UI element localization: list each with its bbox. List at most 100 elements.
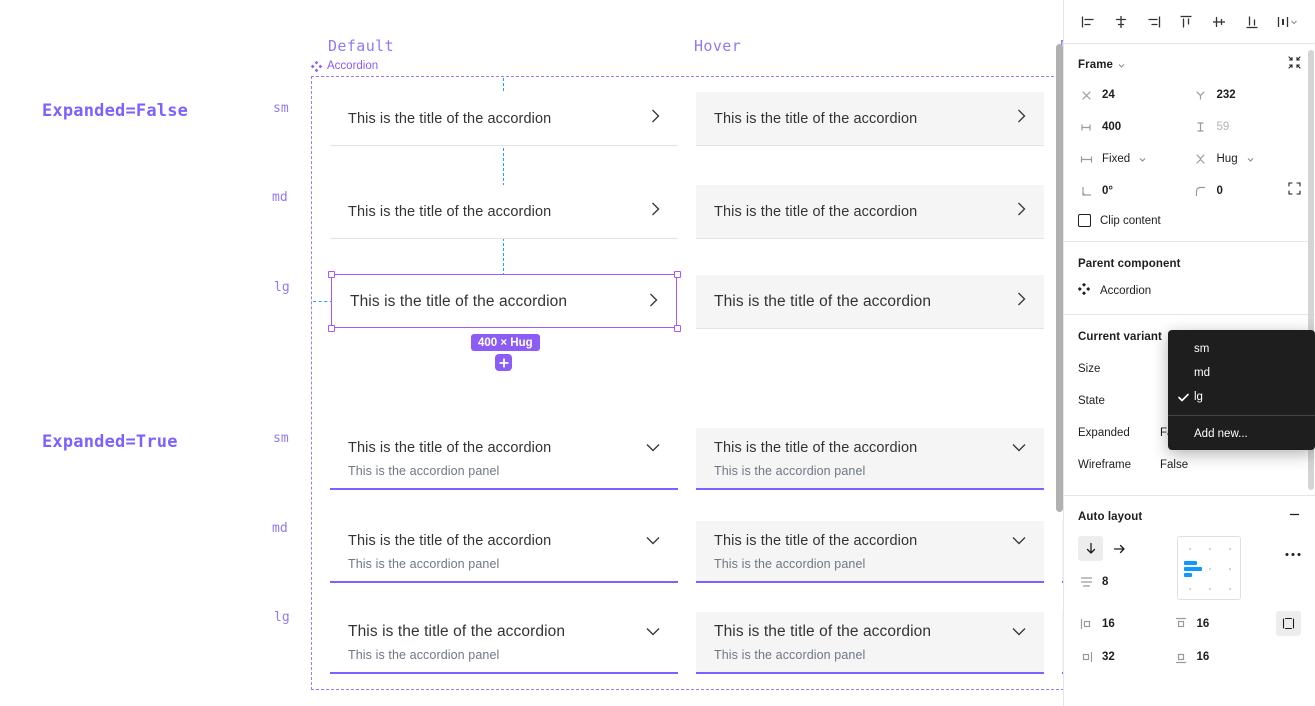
accordion-title: This is the title of the accordion <box>350 293 568 310</box>
remove-auto-layout-icon[interactable] <box>1288 508 1301 526</box>
accordion-panel-text: This is the accordion panel <box>348 463 500 478</box>
accordion-hover-md-collapsed[interactable]: This is the title of the accordion <box>696 185 1044 239</box>
individual-padding-button[interactable] <box>1276 611 1301 636</box>
chevron-right-icon[interactable] <box>1017 109 1026 128</box>
align-left-icon[interactable] <box>1076 10 1100 34</box>
accordion-hover-sm-collapsed[interactable]: This is the title of the accordion <box>696 92 1044 146</box>
distribute-icon[interactable] <box>1273 10 1303 34</box>
align-bottom-icon[interactable] <box>1240 10 1264 34</box>
size-label-sm-false: sm <box>273 101 289 116</box>
accordion-default-lg-expanded[interactable]: This is the title of the accordion This … <box>330 612 678 674</box>
accordion-hover-lg-expanded[interactable]: This is the title of the accordion This … <box>696 612 1044 674</box>
height-value: 59 <box>1216 121 1230 133</box>
padding-top-value: 16 <box>1196 617 1210 630</box>
independent-corners-icon[interactable] <box>1288 182 1301 200</box>
variant-property-name: State <box>1078 395 1105 407</box>
auto-layout-more-options-icon[interactable] <box>1285 536 1301 562</box>
variant-property-name: Wireframe <box>1078 459 1132 471</box>
accordion-hover-md-expanded[interactable]: This is the title of the accordion This … <box>696 521 1044 583</box>
variant-property-wireframe[interactable]: Wireframe False <box>1078 449 1301 481</box>
corner-radius-field[interactable]: 0 <box>1193 180 1302 202</box>
alignment-grid-picker[interactable] <box>1176 536 1241 600</box>
dropdown-item-add-new[interactable]: Add new... <box>1168 422 1315 446</box>
add-auto-layout-button[interactable] <box>495 354 512 371</box>
size-label-lg-false: lg <box>274 280 290 295</box>
frame-section: Frame 24 232 400 59 Fixed Hug 0° 0 Clip … <box>1064 44 1315 242</box>
corner-radius-icon <box>1193 186 1209 197</box>
item-spacing-field[interactable]: 8 <box>1078 571 1132 593</box>
component-set-name: Accordion <box>327 60 379 72</box>
horizontal-resizing-field[interactable]: Fixed <box>1078 148 1187 170</box>
y-position-field[interactable]: 232 <box>1193 84 1302 106</box>
resize-handle-top-left[interactable] <box>327 270 335 278</box>
accordion-panel-text: This is the accordion panel <box>714 463 866 478</box>
padding-top-field[interactable]: 16 <box>1173 613 1268 635</box>
component-set-frame <box>311 76 1063 690</box>
rotation-field[interactable]: 0° <box>1078 180 1187 202</box>
clip-content-checkbox[interactable] <box>1078 214 1091 227</box>
align-dot <box>1208 568 1211 570</box>
resize-handle-bottom-right[interactable] <box>673 324 681 332</box>
chevron-down-icon[interactable] <box>1012 439 1026 457</box>
align-vertical-center-icon[interactable] <box>1207 10 1231 34</box>
component-set-icon <box>311 60 322 72</box>
accordion-default-md-collapsed[interactable]: This is the title of the accordion <box>330 185 678 239</box>
align-right-icon[interactable] <box>1142 10 1166 34</box>
dropdown-item-lg[interactable]: lg <box>1168 385 1315 409</box>
accordion-title: This is the title of the accordion <box>714 203 918 220</box>
clip-content-row[interactable]: Clip content <box>1078 214 1301 227</box>
height-field[interactable]: 59 <box>1193 116 1302 138</box>
padding-left-field[interactable]: 16 <box>1078 613 1173 635</box>
alignment-toolbar <box>1064 0 1315 44</box>
chevron-down-icon[interactable] <box>646 623 660 641</box>
dropdown-item-md[interactable]: md <box>1168 361 1315 385</box>
resize-handle-top-right[interactable] <box>673 270 681 278</box>
frame-preset-chevron-icon[interactable] <box>1117 61 1126 70</box>
align-top-icon[interactable] <box>1174 10 1198 34</box>
accordion-title: This is the title of the accordion <box>714 439 918 456</box>
collapse-panel-icon[interactable] <box>1288 56 1301 74</box>
height-icon <box>1193 121 1209 133</box>
chevron-right-icon[interactable] <box>1017 202 1026 221</box>
canvas-vertical-scrollbar[interactable] <box>1056 44 1063 512</box>
accordion-hover-lg-collapsed[interactable]: This is the title of the accordion <box>696 275 1044 329</box>
chevron-right-icon[interactable] <box>1017 292 1026 311</box>
parent-component-title: Parent component <box>1078 258 1181 270</box>
direction-horizontal-button[interactable] <box>1107 536 1132 561</box>
component-set-badge[interactable]: Accordion <box>311 60 378 72</box>
accordion-default-md-expanded[interactable]: This is the title of the accordion This … <box>330 521 678 583</box>
align-horizontal-center-icon[interactable] <box>1109 10 1133 34</box>
design-canvas[interactable]: Expanded=False Expanded=True Default Hov… <box>0 0 1063 706</box>
resize-handle-bottom-left[interactable] <box>327 324 335 332</box>
dropdown-item-label: md <box>1194 367 1210 379</box>
accordion-hover-sm-expanded[interactable]: This is the title of the accordion This … <box>696 428 1044 490</box>
variant-property-value[interactable]: False <box>1160 459 1301 471</box>
x-position-field[interactable]: 24 <box>1078 84 1187 106</box>
padding-right-field[interactable]: 32 <box>1078 646 1173 668</box>
chevron-down-icon[interactable] <box>646 532 660 550</box>
size-variant-dropdown-menu[interactable]: sm md lg Add new... <box>1168 330 1315 450</box>
accordion-title: This is the title of the accordion <box>714 110 918 127</box>
parent-component-section: Parent component Accordion <box>1064 242 1315 315</box>
horizontal-resizing-chevron-icon[interactable] <box>1138 155 1147 164</box>
chevron-down-icon[interactable] <box>646 439 660 457</box>
corner-radius-value: 0 <box>1216 185 1223 197</box>
padding-left-icon <box>1078 618 1094 630</box>
width-field[interactable]: 400 <box>1078 116 1187 138</box>
padding-bottom-field[interactable]: 16 <box>1173 646 1268 668</box>
accordion-default-sm-expanded[interactable]: This is the title of the accordion This … <box>330 428 678 490</box>
accordion-default-lg-collapsed-selected[interactable]: This is the title of the accordion <box>332 275 676 329</box>
chevron-right-icon[interactable] <box>651 109 660 128</box>
vertical-resizing-chevron-icon[interactable] <box>1246 155 1255 164</box>
chevron-down-icon[interactable] <box>1012 532 1026 550</box>
dropdown-item-sm[interactable]: sm <box>1168 337 1315 361</box>
chevron-right-icon[interactable] <box>651 202 660 221</box>
y-position-value: 232 <box>1216 89 1236 101</box>
size-label-lg-true: lg <box>274 610 290 625</box>
direction-vertical-button[interactable] <box>1078 536 1103 561</box>
accordion-default-sm-collapsed[interactable]: This is the title of the accordion <box>330 92 678 146</box>
vertical-resizing-field[interactable]: Hug <box>1193 148 1302 170</box>
chevron-right-icon[interactable] <box>649 293 658 312</box>
chevron-down-icon[interactable] <box>1012 623 1026 641</box>
parent-component-row[interactable]: Accordion <box>1077 282 1301 300</box>
